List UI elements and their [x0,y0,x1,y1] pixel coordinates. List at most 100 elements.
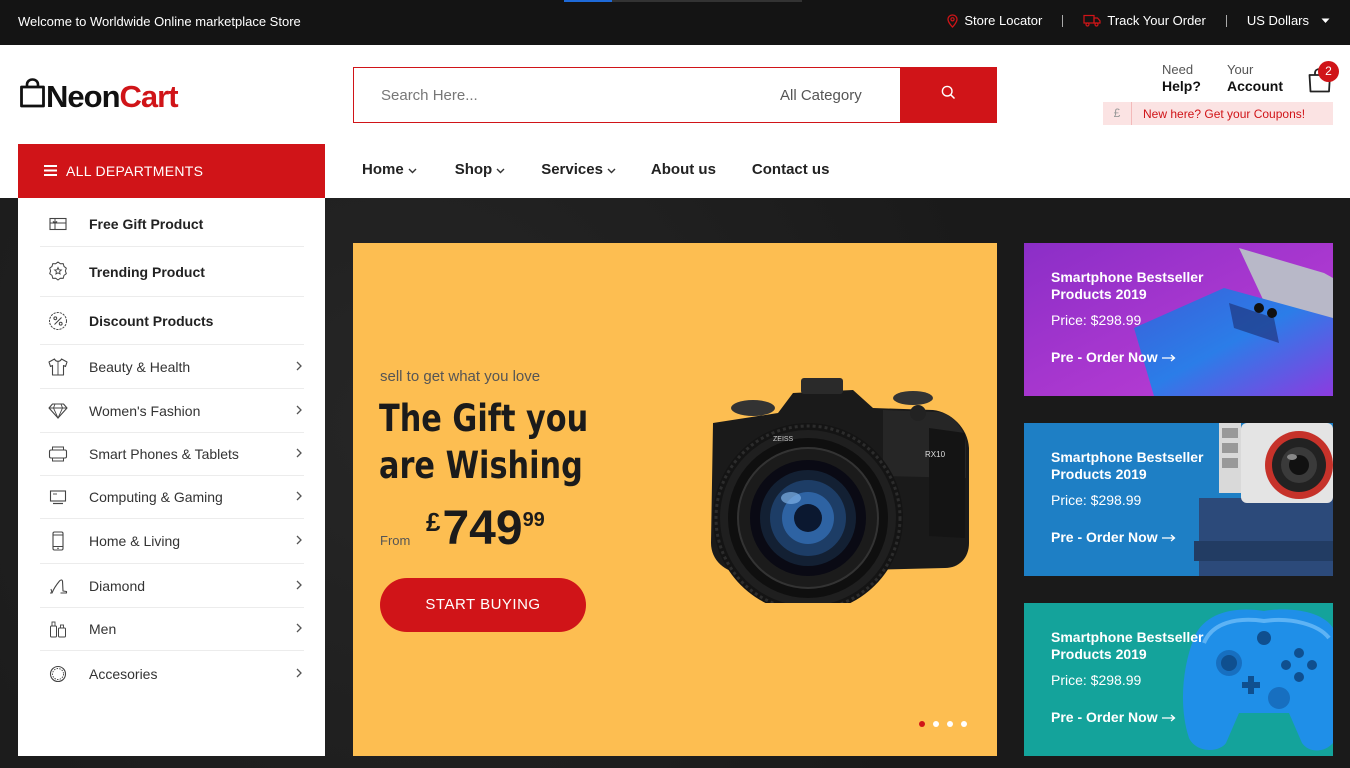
svg-text:ZEISS: ZEISS [773,436,794,443]
sidebar-item-label: Home & Living [89,533,181,549]
price-cents: 99 [522,509,545,531]
account-link[interactable]: Your Account [1227,62,1283,94]
all-departments-button[interactable]: ALL DEPARTMENTS [18,144,325,198]
chevron-right-icon [296,402,302,420]
printer-icon [48,444,68,464]
truck-icon [1083,14,1101,27]
logo[interactable]: Neon Cart [19,78,179,116]
promo-price: Price: $298.99 [1051,492,1142,508]
coupon-banner[interactable]: £ New here? Get your Coupons! [1103,102,1333,125]
search-input[interactable] [381,85,761,105]
all-departments-label: ALL DEPARTMENTS [66,163,204,179]
nav-label: Services [541,161,603,178]
promo-text: Smartphone Bestseller Products 2019 Pric… [1024,603,1333,756]
map-pin-icon [947,13,958,28]
top-right-links: Store Locator Track Your Order US Dollar… [947,13,1330,28]
arrow-right-icon [1161,709,1176,725]
slider-dot[interactable] [933,721,939,727]
promo-text: Smartphone Bestseller Products 2019 Pric… [1024,423,1333,576]
coupon-currency: £ [1103,102,1132,125]
sidebar-item-label: Accesories [89,666,158,682]
top-accent-line [564,0,612,2]
main-nav: Home Shop Services About us Contact us [362,161,865,178]
search-bar: All Category [353,67,997,123]
hamburger-icon [44,163,57,179]
slide-title: The Gift you are Wishing [379,397,589,487]
promo-price: Price: $298.99 [1051,312,1142,328]
nav-item-shop[interactable]: Shop [455,161,506,178]
search-button[interactable] [900,67,997,123]
top-bar: Welcome to Worldwide Online marketplace … [0,0,1350,45]
top-accent-line-gray [612,0,802,2]
chevron-right-icon [296,577,302,595]
track-order-link[interactable]: Track Your Order [1083,13,1206,28]
account-big-text: Account [1227,78,1283,94]
price-from-label: From [380,533,411,548]
help-small-text: Need [1162,62,1194,77]
nav-item-contact[interactable]: Contact us [752,161,830,178]
monitor-icon [48,487,68,507]
shopping-bag-icon [19,78,46,116]
divider [1225,14,1227,27]
nav-label: Contact us [751,161,830,178]
camera-image: RX10 ZEISS [683,368,973,613]
sidebar-item-womens-fashion[interactable]: Women's Fashion [40,389,304,433]
nav-item-home[interactable]: Home [362,161,417,178]
sidebar-item-smart-phones[interactable]: Smart Phones & Tablets [40,433,304,476]
promo-card-smartphone[interactable]: Smartphone Bestseller Products 2019 Pric… [1024,243,1333,396]
promo-card-gamepad[interactable]: Smartphone Bestseller Products 2019 Pric… [1024,603,1333,756]
slide-price: £ 749 99 [426,501,545,557]
chevron-down-icon [408,161,417,178]
price-currency: £ [426,507,441,537]
sidebar-item-computing-gaming[interactable]: Computing & Gaming [40,476,304,519]
nav-item-about[interactable]: About us [651,161,716,178]
promo-cta[interactable]: Pre - Order Now [1051,529,1176,545]
sidebar-item-diamond[interactable]: Diamond [40,564,304,608]
sidebar-item-trending[interactable]: Trending Product [40,247,304,297]
promo-cta[interactable]: Pre - Order Now [1051,349,1176,365]
promo-text: Smartphone Bestseller Products 2019 Pric… [1024,243,1333,396]
promo-card-camera[interactable]: Smartphone Bestseller Products 2019 Pric… [1024,423,1333,576]
chevron-right-icon [296,358,302,376]
nav-label: Home [362,161,404,178]
gift-card-icon [48,214,68,234]
account-small-text: Your [1227,62,1254,77]
chevron-right-icon [296,665,302,683]
category-select[interactable]: All Category [780,87,862,104]
promo-cta[interactable]: Pre - Order Now [1051,709,1176,725]
sidebar-item-home-living[interactable]: Home & Living [40,519,304,564]
arrow-right-icon [1161,349,1176,365]
svg-text:RX10: RX10 [925,450,946,459]
sidebar-item-discount[interactable]: Discount Products [40,297,304,345]
price-main: 749 [442,502,523,555]
currency-label: US Dollars [1246,13,1309,28]
ring-icon [48,664,68,684]
slider-dot[interactable] [961,721,967,727]
cart-count-badge: 2 [1318,61,1339,82]
bottles-icon [48,619,68,639]
coupon-text: New here? Get your Coupons! [1143,107,1306,121]
sidebar-item-beauty-health[interactable]: Beauty & Health [40,345,304,389]
search-icon [941,85,956,105]
sidebar-item-label: Women's Fashion [89,402,201,419]
store-locator-link[interactable]: Store Locator [947,13,1042,28]
nav-item-services[interactable]: Services [541,161,616,178]
shirt-icon [48,357,68,377]
arrow-right-icon [1161,529,1176,545]
sidebar-item-free-gift[interactable]: Free Gift Product [40,202,304,247]
divider [1062,14,1064,27]
cart-bag-icon [1306,68,1334,98]
chevron-down-icon [496,161,505,178]
sidebar-item-label: Trending Product [89,263,205,280]
start-buying-button[interactable]: START BUYING [380,578,586,632]
currency-select[interactable]: US Dollars [1247,13,1330,28]
discount-icon [48,311,68,331]
sidebar-item-men[interactable]: Men [40,608,304,651]
help-link[interactable]: Need Help? [1162,62,1201,94]
slider-dot[interactable] [947,721,953,727]
sidebar-item-label: Beauty & Health [89,358,191,375]
logo-text-neon: Neon [46,79,120,114]
slider-dot[interactable] [919,721,925,727]
sidebar-item-accesories[interactable]: Accesories [40,651,304,697]
chevron-right-icon [296,620,302,638]
